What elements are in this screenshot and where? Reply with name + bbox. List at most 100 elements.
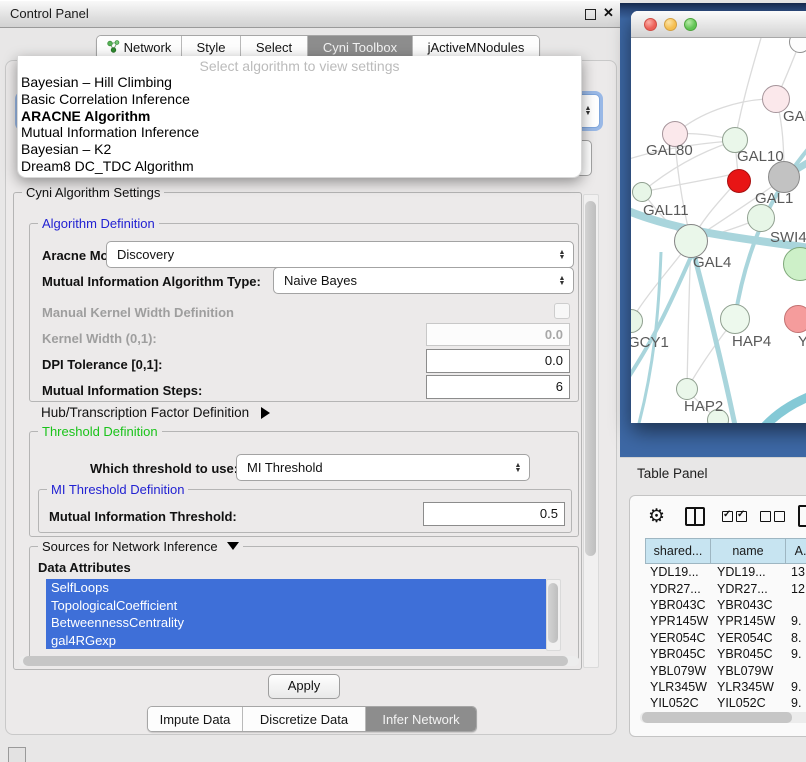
cell-value: 8. xyxy=(785,631,806,645)
cell-shared-name: YLR345W xyxy=(645,680,710,694)
network-window-titlebar[interactable] xyxy=(631,11,806,38)
algorithm-list-item[interactable]: Bayesian – Hill Climbing xyxy=(18,74,581,91)
node-label: GAL11 xyxy=(643,202,689,219)
tab-label: Impute Data xyxy=(160,712,231,727)
data-attributes-list: SelfLoops TopologicalCoefficient Between… xyxy=(46,579,546,649)
zoom-traffic-light[interactable] xyxy=(684,18,697,31)
algorithm-list-item[interactable]: Dream8 DC_TDC Algorithm xyxy=(18,158,581,175)
deselect-all-icon[interactable] xyxy=(760,511,788,529)
mi-steps-label: Mutual Information Steps: xyxy=(42,383,202,398)
settings-hscrollbar[interactable] xyxy=(19,656,579,666)
tab-impute-data[interactable]: Impute Data xyxy=(148,707,243,731)
node-label: HAP4 xyxy=(732,333,771,350)
tab-discretize-data[interactable]: Discretize Data xyxy=(243,707,366,731)
control-panel-title: Control Panel xyxy=(10,6,89,21)
algorithm-list-item[interactable]: ARACNE Algorithm xyxy=(18,108,581,125)
aracne-mode-combo[interactable]: Discovery xyxy=(106,241,574,268)
table-panel-title: Table Panel xyxy=(637,466,708,481)
table-row[interactable]: YBR045C YBR045C 9. xyxy=(645,646,806,662)
settings-vscrollbar[interactable] xyxy=(583,194,599,668)
attributes-scrollbar[interactable] xyxy=(546,579,561,651)
hub-definition-toggle[interactable]: Hub/Transcription Factor Definition xyxy=(41,405,270,420)
table-row[interactable]: YPR145W YPR145W 9. xyxy=(645,613,806,629)
node-label: GAL xyxy=(783,108,806,125)
float-window-icon[interactable] xyxy=(585,9,596,20)
table-row[interactable]: YDR27... YDR27... 12 xyxy=(645,580,806,596)
cell-value: 9. xyxy=(785,696,806,708)
table-row[interactable]: YLR345W YLR345W 9. xyxy=(645,679,806,695)
tab-label: Discretize Data xyxy=(260,712,348,727)
data-attributes-label: Data Attributes xyxy=(38,560,131,575)
network-node[interactable] xyxy=(632,182,652,202)
spinner-arrows-icon xyxy=(581,106,595,116)
manual-kernel-checkbox[interactable] xyxy=(554,303,570,319)
gear-icon[interactable] xyxy=(648,507,665,526)
network-node[interactable] xyxy=(747,204,775,232)
cyni-algorithm-settings-group: Cyni Algorithm Settings Algorithm Defini… xyxy=(13,192,582,670)
group-legend: MI Threshold Definition xyxy=(47,482,188,497)
mi-threshold-definition-group: MI Threshold Definition Mutual Informati… xyxy=(38,489,572,533)
algorithm-definition-group: Algorithm Definition Aracne Mode: Discov… xyxy=(29,223,579,402)
attribute-item[interactable]: SelfLoops xyxy=(46,579,546,597)
spinner-arrows-icon xyxy=(511,463,525,473)
mi-steps-field[interactable]: 6 xyxy=(426,375,570,399)
mi-threshold-label: Mutual Information Threshold: xyxy=(49,509,237,524)
mi-type-combo[interactable]: Naive Bayes xyxy=(273,267,574,294)
network-canvas[interactable]: GAL GAL80 GAL10 GAL1 GAL11 SWI4 GAL4 GCY… xyxy=(631,38,806,423)
sources-legend[interactable]: Sources for Network Inference xyxy=(38,539,243,554)
cell-shared-name: YDL19... xyxy=(645,565,710,579)
close-traffic-light[interactable] xyxy=(644,18,657,31)
table-hscrollbar[interactable] xyxy=(640,712,806,723)
tab-label: Network xyxy=(124,40,172,55)
node-label: HAP2 xyxy=(684,398,723,415)
node-label: Y xyxy=(798,333,806,350)
select-all-icon[interactable] xyxy=(722,511,750,529)
columns-icon[interactable] xyxy=(685,507,705,526)
network-node[interactable] xyxy=(676,378,698,400)
document-icon[interactable] xyxy=(798,505,806,527)
algorithm-list: Bayesian – Hill Climbing Basic Correlati… xyxy=(18,74,581,175)
tab-label: jActiveMNodules xyxy=(428,40,525,55)
network-node[interactable] xyxy=(768,161,800,193)
tab-label: Select xyxy=(256,40,292,55)
tab-infer-network[interactable]: Infer Network xyxy=(366,707,476,731)
attribute-item[interactable]: TopologicalCoefficient xyxy=(46,597,546,615)
cell-shared-name: YBR045C xyxy=(645,647,710,661)
dropdown-placeholder: Select algorithm to view settings xyxy=(18,56,581,74)
column-header-shared[interactable]: shared... xyxy=(646,539,711,563)
cell-shared-name: YER054C xyxy=(645,631,710,645)
dpi-tolerance-field[interactable]: 0.0 xyxy=(426,349,570,373)
network-node[interactable] xyxy=(784,305,806,333)
node-label: SWI4 xyxy=(770,229,806,246)
cell-name: YDL19... xyxy=(710,565,785,579)
attribute-item[interactable]: gal4RGexp xyxy=(46,632,546,650)
column-header-name[interactable]: name xyxy=(711,539,786,563)
column-header-cut[interactable]: A... xyxy=(786,539,806,563)
minimize-traffic-light[interactable] xyxy=(664,18,677,31)
network-node[interactable] xyxy=(674,224,708,258)
apply-button[interactable]: Apply xyxy=(268,674,340,699)
dpi-tolerance-label: DPI Tolerance [0,1]: xyxy=(42,357,162,372)
network-node[interactable] xyxy=(720,304,750,334)
table-body: YDL19... YDL19... 13 YDR27... YDR27... 1… xyxy=(645,564,806,708)
table-row[interactable]: YER054C YER054C 8. xyxy=(645,630,806,646)
mi-threshold-field[interactable]: 0.5 xyxy=(423,502,565,526)
algorithm-list-item[interactable]: Basic Correlation Inference xyxy=(18,91,581,108)
cell-shared-name: YBR043C xyxy=(645,598,710,612)
algorithm-list-item[interactable]: Mutual Information Inference xyxy=(18,124,581,141)
attribute-item[interactable]: BetweennessCentrality xyxy=(46,614,546,632)
minimized-panel-button[interactable] xyxy=(8,747,26,762)
cell-shared-name: YPR145W xyxy=(645,614,710,628)
node-label: GAL4 xyxy=(693,254,731,271)
which-threshold-combo[interactable]: MI Threshold xyxy=(236,454,530,481)
network-node[interactable] xyxy=(727,169,751,193)
table-row[interactable]: YIL052C YIL052C 9. xyxy=(645,695,806,708)
table-row[interactable]: YBR043C YBR043C xyxy=(645,597,806,613)
table-row[interactable]: YDL19... YDL19... 13 xyxy=(645,564,806,580)
kernel-width-field[interactable]: 0.0 xyxy=(426,323,570,346)
cell-shared-name: YBL079W xyxy=(645,664,710,678)
close-icon[interactable] xyxy=(603,5,614,21)
tab-label: Style xyxy=(197,40,226,55)
algorithm-list-item[interactable]: Bayesian – K2 xyxy=(18,141,581,158)
table-row[interactable]: YBL079W YBL079W xyxy=(645,662,806,678)
